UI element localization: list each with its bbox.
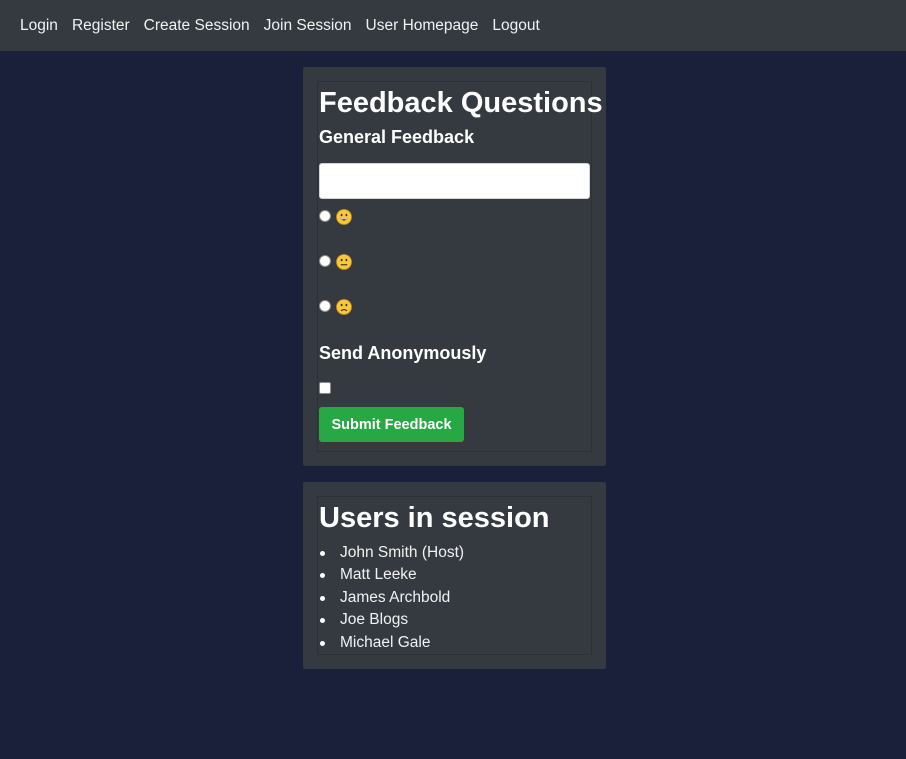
list-item: John Smith (Host): [319, 543, 464, 565]
nav-create-session-link[interactable]: Create Session: [137, 17, 257, 35]
list-item: Matt Leeke: [319, 565, 464, 587]
nav-user-homepage-link[interactable]: User Homepage: [359, 17, 486, 35]
feedback-title: Feedback Questions: [319, 87, 603, 119]
feedback-option-neutral-radio[interactable]: [319, 255, 331, 267]
neutral-face-icon: [336, 254, 352, 270]
user-name: Joe Blogs: [340, 611, 409, 629]
user-name: James Archbold: [340, 588, 451, 606]
navbar: Login Register Create Session Join Sessi…: [0, 0, 906, 51]
list-item: James Archbold: [319, 588, 464, 610]
send-anonymously-label: Send Anonymously: [319, 343, 487, 363]
nav-logout-link[interactable]: Logout: [485, 17, 546, 35]
bullet: [320, 618, 325, 624]
users-in-session-title: Users in session: [319, 502, 550, 534]
user-name: Michael Gale: [340, 633, 431, 651]
user-name: John Smith (Host): [340, 544, 465, 561]
bullet: [320, 551, 325, 556]
send-anonymously-checkbox[interactable]: [319, 382, 331, 394]
slightly-frowning-face-icon: [336, 299, 352, 315]
list-item: Joe Blogs: [319, 610, 464, 632]
bullet: [320, 595, 325, 601]
users-list: John Smith (Host) Matt Leeke James Archb…: [319, 543, 464, 655]
bullet: [320, 573, 325, 579]
nav-join-session-link[interactable]: Join Session: [257, 17, 359, 35]
general-feedback-question: General Feedback: [319, 127, 475, 147]
list-item: Michael Gale: [319, 633, 464, 655]
feedback-text-input[interactable]: [319, 163, 590, 199]
feedback-option-sad-radio[interactable]: [319, 300, 331, 312]
grinning-face-icon: [336, 209, 352, 225]
nav-register-link[interactable]: Register: [65, 17, 137, 35]
submit-feedback-button[interactable]: Submit Feedback: [319, 407, 464, 442]
user-name: Matt Leeke: [340, 566, 417, 584]
nav-login-link[interactable]: Login: [13, 17, 65, 35]
bullet: [320, 640, 325, 646]
feedback-option-happy-radio[interactable]: [319, 210, 331, 222]
